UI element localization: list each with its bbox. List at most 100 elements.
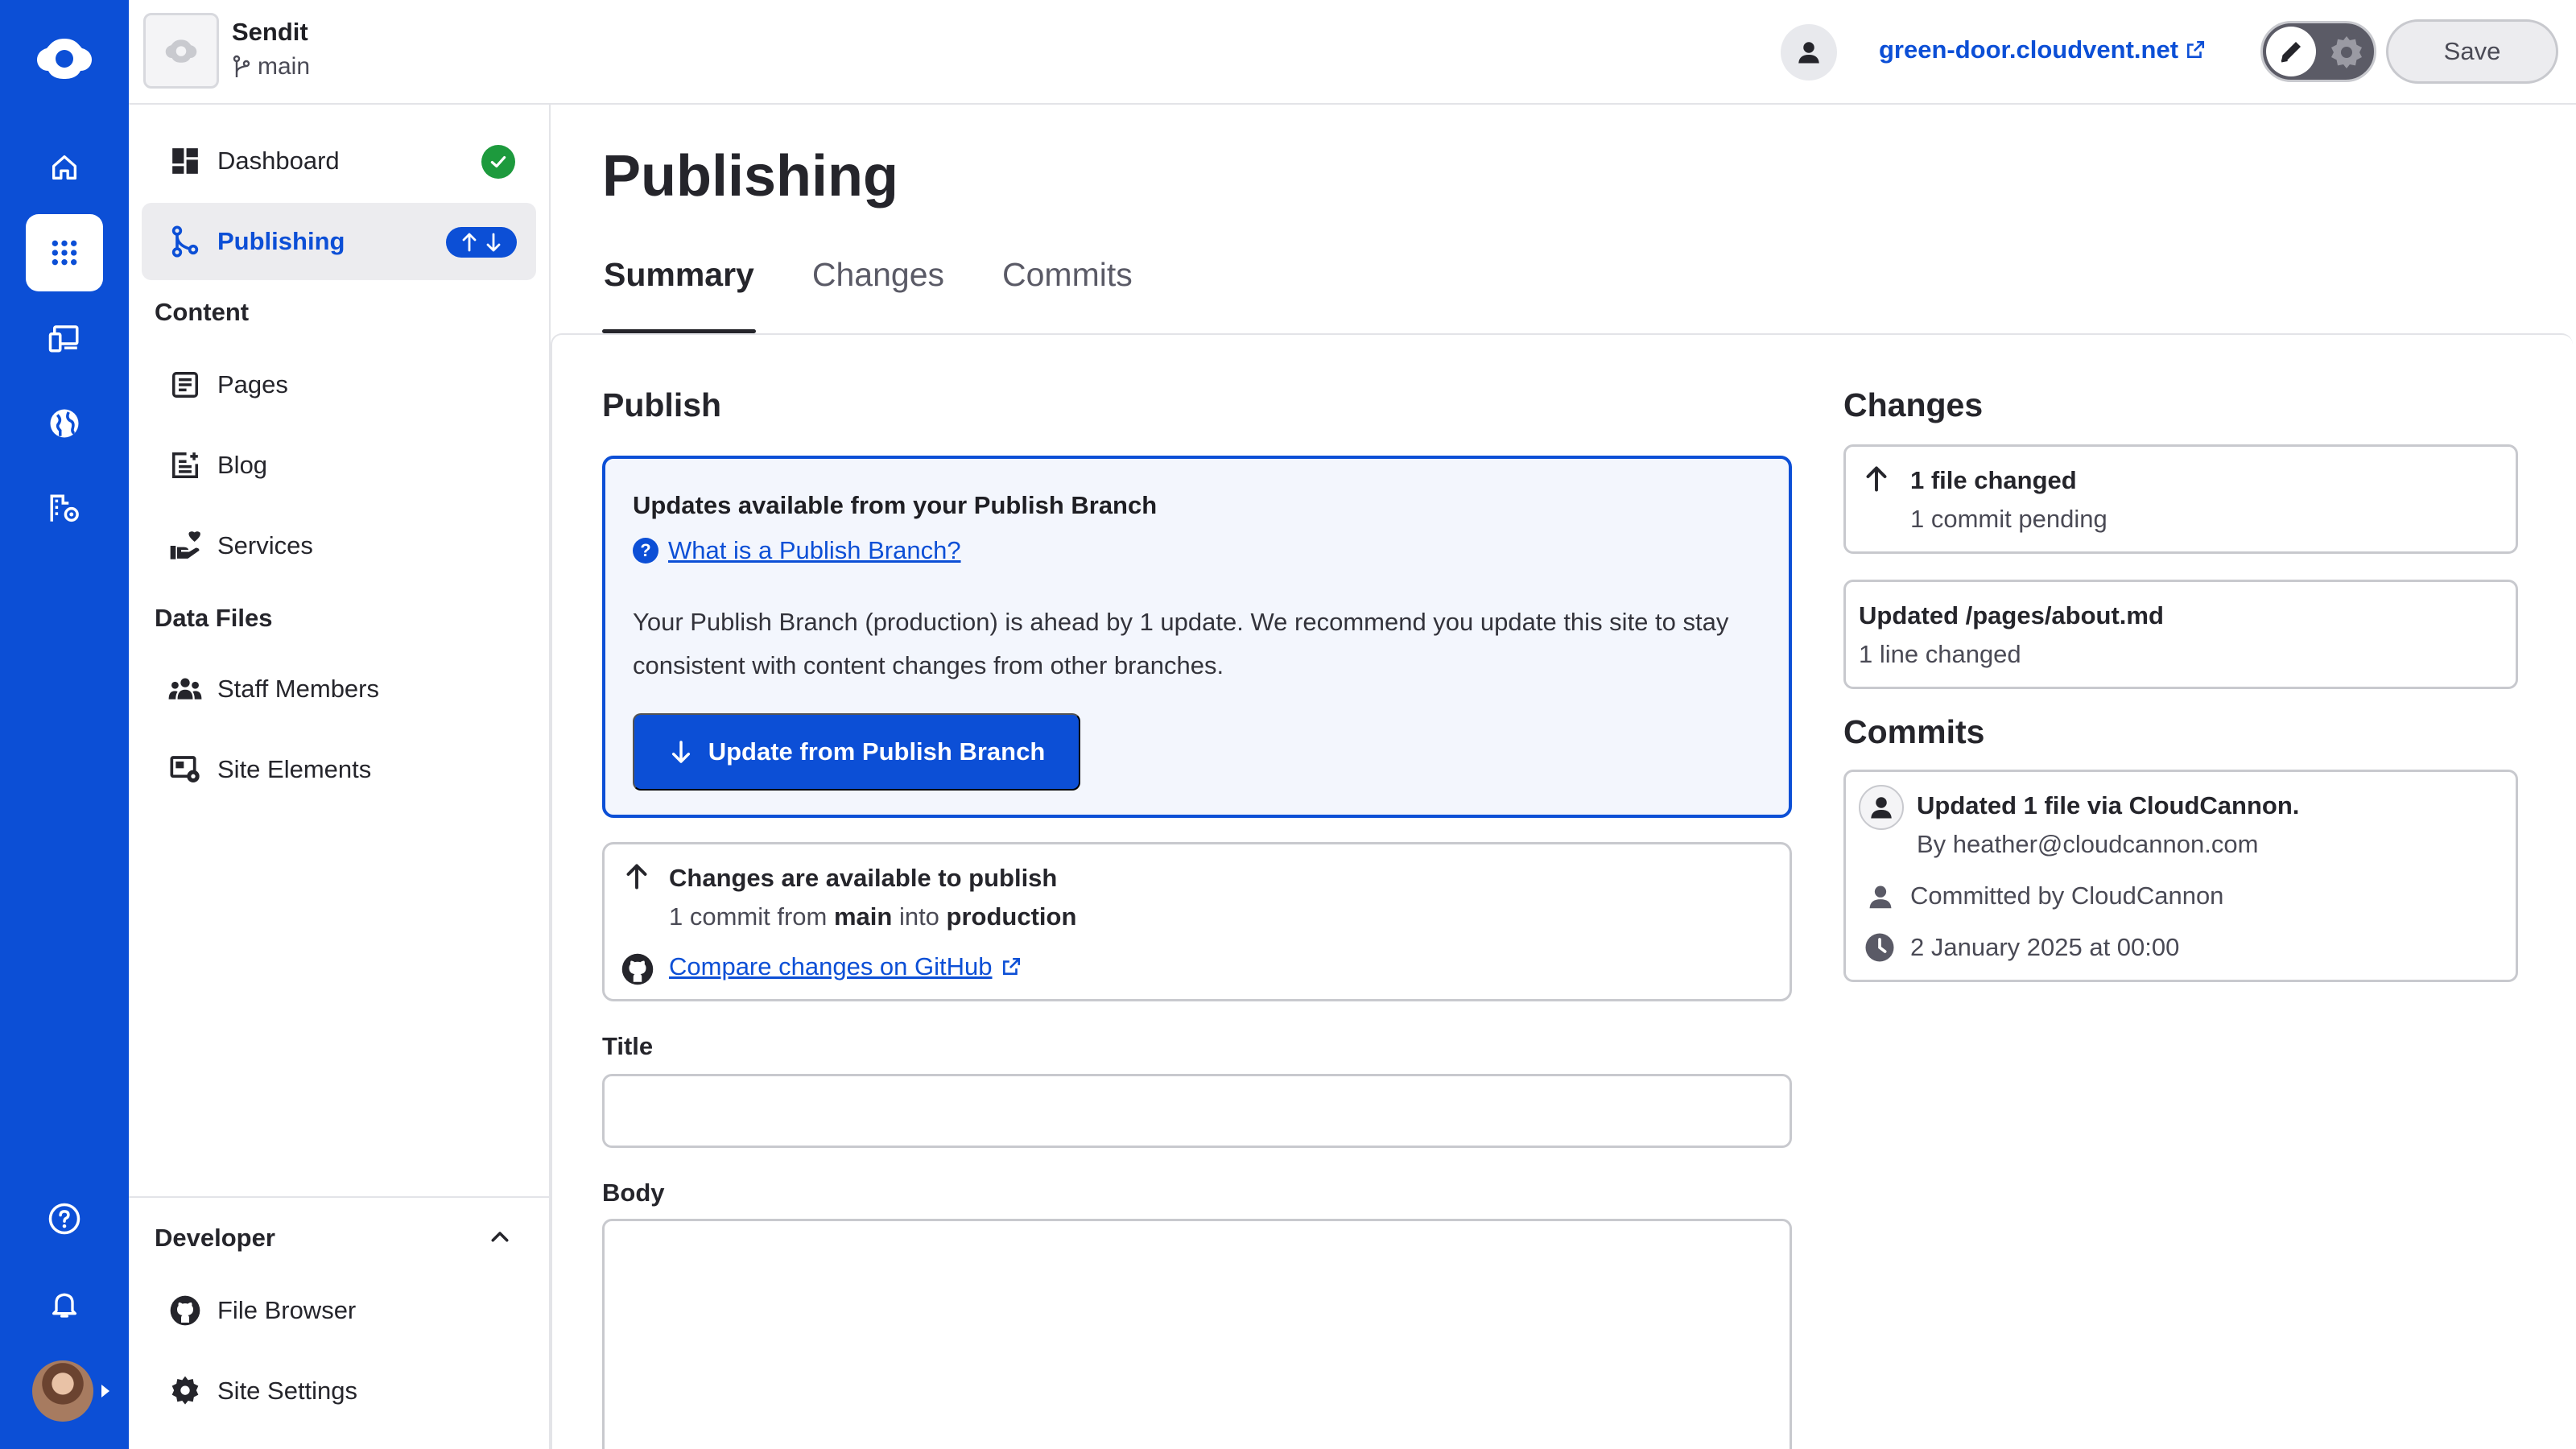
tab-commits[interactable]: Commits <box>1002 256 1133 332</box>
site-name[interactable]: Sendit <box>232 18 308 47</box>
title-label: Title <box>602 1032 654 1060</box>
files-changed-count: 1 file changed <box>1910 466 2077 494</box>
commit-date: 2 January 2025 at 00:00 <box>1910 933 2180 961</box>
app-rail <box>0 0 129 1449</box>
pencil-icon <box>2266 27 2316 76</box>
body-textarea[interactable] <box>602 1219 1792 1449</box>
apps-grid-icon[interactable] <box>26 214 103 291</box>
publish-branch-help-link[interactable]: ? What is a Publish Branch? <box>633 536 961 565</box>
user-avatar[interactable] <box>32 1360 93 1422</box>
devices-icon[interactable] <box>26 299 103 377</box>
person-icon <box>1865 881 1896 912</box>
sidebar-item-label: Services <box>217 531 313 559</box>
sidebar-item-site-settings[interactable]: Site Settings <box>142 1352 536 1430</box>
sidebar-item-blog[interactable]: Blog <box>142 427 536 504</box>
to-branch: production <box>946 902 1077 931</box>
gear-icon <box>2327 33 2366 72</box>
chevron-up-icon[interactable] <box>488 1225 512 1249</box>
branch-selector[interactable]: main <box>232 53 310 80</box>
external-link-icon <box>1001 956 1022 977</box>
page-title: Publishing <box>602 144 898 208</box>
arrow-down-icon <box>668 739 694 765</box>
title-input[interactable] <box>602 1074 1792 1148</box>
commit-committer: Committed by CloudCannon <box>1910 881 2224 910</box>
commit-author-avatar-icon <box>1859 785 1904 830</box>
data-files-group-heading: Data Files <box>155 604 273 632</box>
sidebar-item-services[interactable]: Services <box>142 507 536 584</box>
site-thumbnail[interactable] <box>143 13 219 89</box>
sidebar-item-dashboard[interactable]: Dashboard <box>142 122 536 200</box>
gear-icon <box>167 1373 203 1409</box>
site-domain-link[interactable]: green-door.cloudvent.net <box>1879 35 2206 64</box>
notifications-bell-icon[interactable] <box>26 1265 103 1343</box>
arrow-up-icon <box>622 862 651 891</box>
update-from-publish-branch-button[interactable]: Update from Publish Branch <box>633 713 1080 791</box>
save-button[interactable]: Save <box>2386 19 2558 84</box>
external-link-icon <box>2185 39 2206 60</box>
sidebar-item-pages[interactable]: Pages <box>142 346 536 423</box>
changes-heading: Changes <box>1843 386 1984 423</box>
commits-heading: Commits <box>1843 713 1985 750</box>
notice-body: Your Publish Branch (production) is ahea… <box>633 608 1729 679</box>
content-group-heading: Content <box>155 298 250 326</box>
sidebar-item-site-elements[interactable]: Site Elements <box>142 731 536 808</box>
site-elements-icon <box>167 752 203 787</box>
body-label: Body <box>602 1179 665 1207</box>
compare-on-github-link[interactable]: Compare changes on GitHub <box>669 952 1022 981</box>
publish-heading: Publish <box>602 386 722 423</box>
sidebar-item-label: Site Elements <box>217 755 372 783</box>
site-domain-text: green-door.cloudvent.net <box>1879 35 2179 64</box>
help-icon[interactable] <box>26 1180 103 1257</box>
commit-author: By heather@cloudcannon.com <box>1917 830 2259 858</box>
commits-pending-count: 1 commit pending <box>1910 505 2107 533</box>
sidebar-item-label: Publishing <box>217 227 345 255</box>
globe-icon[interactable] <box>26 385 103 462</box>
detail-prefix: 1 commit from <box>669 902 834 931</box>
tab-changes[interactable]: Changes <box>812 256 944 332</box>
home-icon[interactable] <box>26 129 103 206</box>
check-circle-icon <box>481 145 515 179</box>
people-group-icon <box>167 671 203 707</box>
sync-arrows-badge <box>446 227 517 258</box>
help-link-text: What is a Publish Branch? <box>668 536 961 564</box>
edit-mode-toggle[interactable] <box>2260 21 2376 82</box>
top-bar: Sendit main green-door.cloudvent.net Sav… <box>129 0 2576 105</box>
clock-icon <box>1864 931 1896 964</box>
sidebar-item-file-browser[interactable]: File Browser <box>142 1272 536 1349</box>
button-label: Update from Publish Branch <box>708 737 1046 766</box>
changed-file-card[interactable]: Updated /pages/about.md 1 line changed <box>1843 580 2518 689</box>
sidebar-item-label: Pages <box>217 370 288 398</box>
help-circle-icon: ? <box>633 538 658 564</box>
publish-changes-title: Changes are available to publish <box>669 864 1058 892</box>
sidebar-item-label: Staff Members <box>217 675 380 703</box>
developer-group-heading[interactable]: Developer <box>155 1224 275 1253</box>
publish-branch-notice: Updates available from your Publish Bran… <box>602 456 1792 818</box>
site-sidebar: Dashboard Publishing Content Pages Blog … <box>129 105 551 1449</box>
github-icon <box>167 1293 203 1328</box>
commit-card[interactable]: Updated 1 file via CloudCannon. By heath… <box>1843 770 2518 982</box>
git-branch-icon <box>232 55 251 79</box>
tab-summary[interactable]: Summary <box>602 256 756 333</box>
sidebar-item-staff-members[interactable]: Staff Members <box>142 650 536 728</box>
collaborator-icon[interactable] <box>1781 24 1837 80</box>
changes-summary-card[interactable]: 1 file changed 1 commit pending <box>1843 444 2518 554</box>
sidebar-item-label: Blog <box>217 451 268 479</box>
post-add-icon <box>167 448 203 483</box>
changed-file-name: Updated /pages/about.md <box>1859 601 2164 630</box>
tab-bar: Summary Changes Commits <box>602 256 1191 333</box>
sidebar-item-label: Site Settings <box>217 1377 358 1405</box>
organization-settings-icon[interactable] <box>26 470 103 547</box>
sidebar-item-publishing[interactable]: Publishing <box>142 203 536 280</box>
compare-link-text: Compare changes on GitHub <box>669 952 993 980</box>
publish-changes-detail: 1 commit from main into production <box>669 902 1076 931</box>
github-icon <box>621 952 654 986</box>
commit-message: Updated 1 file via CloudCannon. <box>1917 791 2300 819</box>
cloudcannon-logo-icon[interactable] <box>35 34 93 82</box>
publish-changes-box: Changes are available to publish 1 commi… <box>602 842 1792 1001</box>
merge-branch-icon <box>167 224 203 259</box>
caret-right-icon[interactable] <box>100 1383 111 1399</box>
divider <box>129 1196 549 1198</box>
page-icon <box>167 367 203 402</box>
sidebar-item-label: Dashboard <box>217 147 340 175</box>
branch-name: main <box>258 53 311 80</box>
